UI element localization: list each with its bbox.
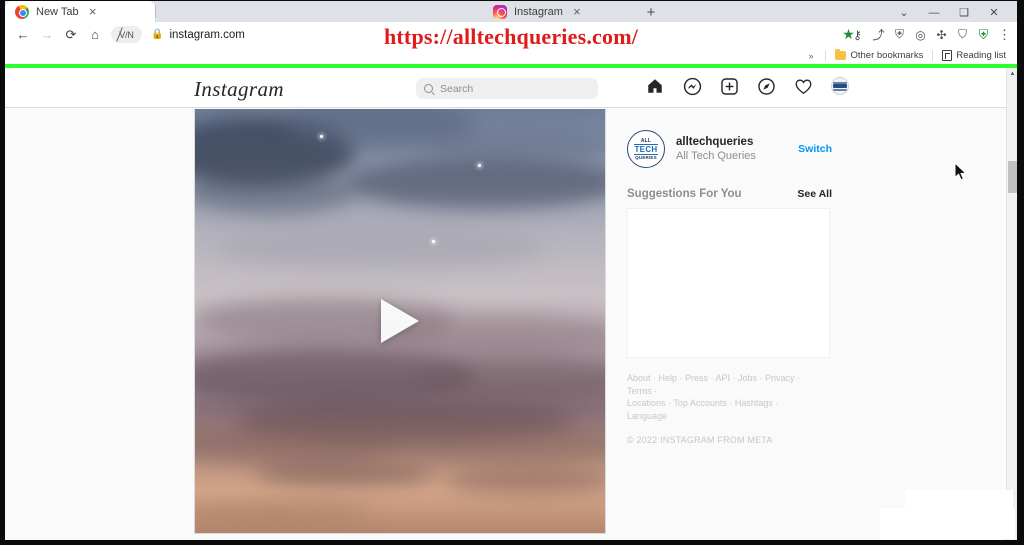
tab-title: Instagram <box>514 5 563 18</box>
maximize-icon[interactable]: ❑ <box>949 2 979 23</box>
tab-new-tab[interactable]: New Tab × <box>5 1 155 22</box>
avatar <box>831 77 849 95</box>
bookmarks-overflow-icon[interactable]: » <box>800 51 821 61</box>
instagram-sidebar: ALL TECH QUERIES alltechqueries All Tech… <box>627 129 832 445</box>
tab-divider <box>155 5 156 18</box>
close-icon[interactable]: × <box>86 5 100 19</box>
footer-links-line-2[interactable]: Locations · Top Accounts · Hashtags · La… <box>627 397 817 422</box>
close-icon[interactable]: × <box>570 5 584 19</box>
post-video[interactable] <box>195 109 605 533</box>
avatar-text-middle: TECH <box>633 143 659 155</box>
new-post-icon[interactable] <box>719 76 739 96</box>
green-divider <box>5 64 1017 68</box>
profile-fullname: All Tech Queries <box>676 150 756 162</box>
instagram-footer: About · Help · Press · API · Jobs · Priv… <box>627 372 817 445</box>
reading-list-icon <box>942 50 953 61</box>
post-card <box>194 109 606 534</box>
profile-names: alltechqueries All Tech Queries <box>676 135 787 163</box>
folder-icon <box>835 49 847 60</box>
minimize-icon[interactable]: — <box>919 2 949 23</box>
instagram-header: Instagram Search <box>5 68 1010 108</box>
chrome-icon <box>15 4 29 19</box>
browser-window: New Tab × Instagram × + ⌄ — ❑ ✕ ← → ⟳ ⌂ … <box>0 0 1024 545</box>
lock-icon: 🔒 <box>151 29 164 40</box>
reload-icon[interactable]: ⟳ <box>59 24 83 46</box>
bookmark-star-icon[interactable]: ★ <box>842 26 855 42</box>
forward-icon[interactable]: → <box>35 24 59 46</box>
copyright-text: © 2022 INSTAGRAM FROM META <box>627 435 773 445</box>
tab-title: New Tab <box>36 5 79 18</box>
switch-account-button[interactable]: Switch <box>798 143 832 155</box>
star <box>478 164 481 167</box>
vpn-chip[interactable]: V/N <box>111 26 142 43</box>
overlay-block-lower <box>880 508 1015 539</box>
tab-search-chevron-icon[interactable]: ⌄ <box>889 2 919 23</box>
profile-avatar[interactable] <box>830 76 850 96</box>
tab-strip: New Tab × Instagram × + ⌄ — ❑ ✕ <box>5 1 1017 22</box>
address-bar-url[interactable]: instagram.com <box>169 29 244 41</box>
search-placeholder: Search <box>440 82 474 95</box>
instagram-logo[interactable]: Instagram <box>194 77 284 102</box>
page-viewport: Instagram Search ALL TECH QUERIES alltec… <box>5 68 1017 540</box>
search-icon <box>424 84 433 93</box>
window-frame-right <box>1017 0 1024 545</box>
chrome-menu-icon[interactable]: ⋮ <box>994 24 1015 46</box>
security-shield-icon[interactable]: ⛨ <box>973 24 994 46</box>
bookmarks-divider <box>825 50 827 61</box>
suggestions-title: Suggestions For You <box>627 188 742 200</box>
shield-icon[interactable]: ⛨ <box>889 24 910 46</box>
avatar[interactable]: ALL TECH QUERIES <box>627 130 665 168</box>
bookmark-label: Other bookmarks <box>850 50 924 61</box>
window-controls: ⌄ — ❑ ✕ <box>889 2 1009 23</box>
scroll-up-icon[interactable]: ▲ <box>1007 68 1017 79</box>
share-icon[interactable]: ⤴ <box>868 24 889 46</box>
play-button[interactable] <box>381 299 419 343</box>
profile-icon[interactable]: ⛉ <box>952 24 973 46</box>
bookmark-reading-list[interactable]: Reading list <box>937 50 1011 61</box>
window-frame-top <box>0 0 1024 1</box>
page-scrollbar[interactable]: ▲ <box>1006 68 1017 540</box>
instagram-nav <box>645 76 850 96</box>
avatar-text-bottom: QUERIES <box>635 154 657 160</box>
explore-compass-icon[interactable] <box>756 76 776 96</box>
bookmark-label: Reading list <box>956 50 1006 61</box>
adblock-icon[interactable]: ◎ <box>910 24 931 46</box>
mouse-cursor <box>954 161 968 187</box>
new-tab-button[interactable]: + <box>640 2 662 22</box>
see-all-button[interactable]: See All <box>797 188 832 200</box>
messenger-icon[interactable] <box>682 76 702 96</box>
window-frame-left <box>0 0 5 545</box>
search-input[interactable]: Search <box>416 78 598 99</box>
tab-instagram[interactable]: Instagram × <box>483 1 636 22</box>
bookmarks-divider <box>932 50 934 61</box>
puzzle-extension-icon[interactable]: ✣ <box>931 24 952 46</box>
instagram-main: ALL TECH QUERIES alltechqueries All Tech… <box>5 109 1010 540</box>
bookmark-other-bookmarks[interactable]: Other bookmarks <box>830 49 928 61</box>
back-icon[interactable]: ← <box>11 24 35 46</box>
sidebar-profile[interactable]: ALL TECH QUERIES alltechqueries All Tech… <box>627 129 832 169</box>
suggestions-list[interactable] <box>627 208 830 358</box>
scrollbar-thumb[interactable] <box>1008 161 1017 193</box>
home-icon[interactable]: ⌂ <box>83 24 107 46</box>
toolbar-extensions: ⚷ ⤴ ★ ⛨ ◎ ✣ ⛉ ⛨ ⋮ <box>842 24 1017 46</box>
window-frame-bottom <box>0 540 1024 545</box>
star <box>432 240 435 243</box>
home-icon[interactable] <box>645 76 665 96</box>
profile-username[interactable]: alltechqueries <box>676 135 787 149</box>
close-window-icon[interactable]: ✕ <box>979 2 1009 23</box>
activity-heart-icon[interactable] <box>793 76 813 96</box>
suggestions-header: Suggestions For You See All <box>627 188 832 200</box>
footer-links-line-1[interactable]: About · Help · Press · API · Jobs · Priv… <box>627 372 817 397</box>
instagram-icon <box>493 4 507 19</box>
star <box>320 135 323 138</box>
watermark-url: https://alltechqueries.com/ <box>383 24 639 49</box>
